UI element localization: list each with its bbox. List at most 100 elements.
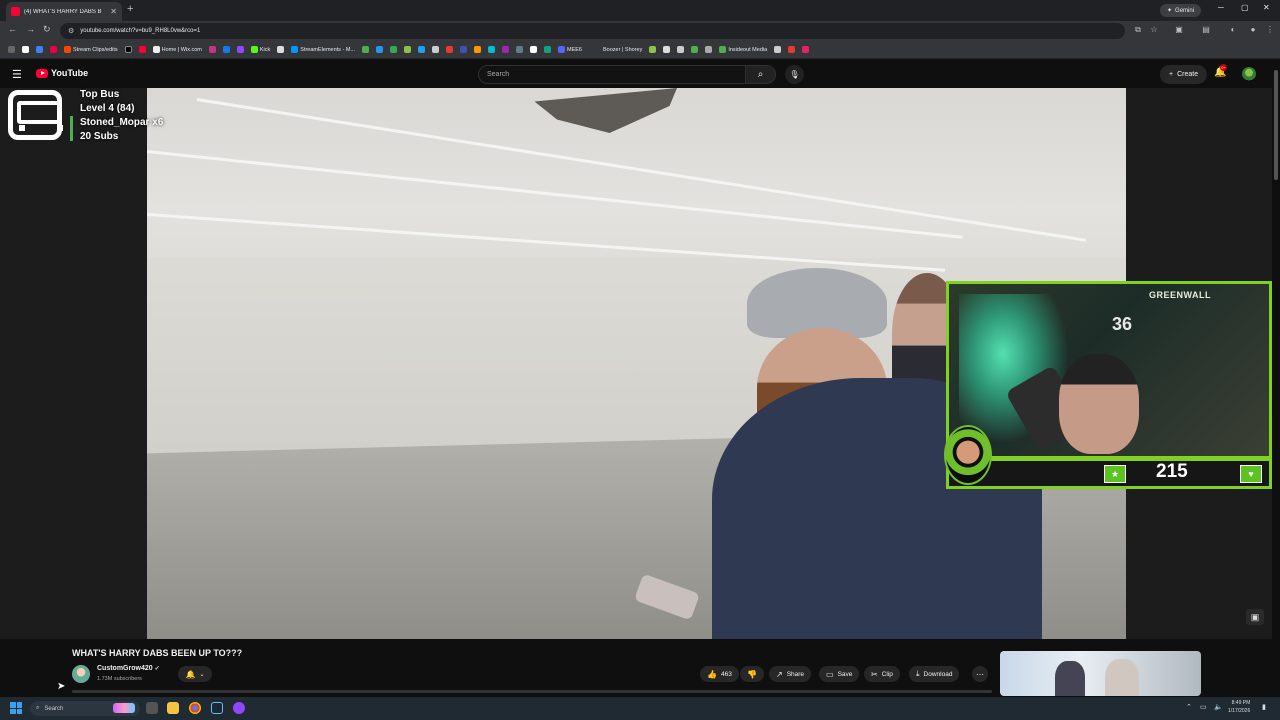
bookmark-item[interactable]: MEE6: [556, 43, 584, 57]
profile-icon[interactable]: ◐: [1228, 25, 1238, 35]
bookmark-item[interactable]: [486, 43, 497, 57]
x-icon[interactable]: [123, 43, 134, 57]
bookmark-item[interactable]: Home | Wix.com: [151, 43, 204, 57]
youtube-logo[interactable]: YouTube: [36, 68, 88, 78]
download-button[interactable]: ⤓ Download: [909, 666, 960, 682]
channel-watermark-icon[interactable]: ▣: [1246, 609, 1264, 625]
youtube-header: ☰ YouTube Search ⌕ 🎙 + Create 🔔 9+: [0, 60, 1280, 88]
bookmark-item[interactable]: [703, 43, 714, 57]
bookmark-item[interactable]: [360, 43, 371, 57]
scrollbar-thumb[interactable]: [1274, 70, 1278, 180]
bookmark-item[interactable]: [374, 43, 385, 57]
bookmark-item[interactable]: [430, 43, 441, 57]
taskbar-widget-icon[interactable]: [113, 703, 135, 713]
maximize-icon[interactable]: ▢: [1241, 3, 1249, 12]
bookmark-item[interactable]: [275, 43, 286, 57]
bookmark-item[interactable]: [689, 43, 700, 57]
more-dots-icon: ⋯: [976, 669, 984, 679]
search-button[interactable]: ⌕: [745, 65, 776, 84]
bookmark-item[interactable]: [542, 43, 553, 57]
voice-search-button[interactable]: 🎙: [785, 65, 804, 84]
sidepanel-icon[interactable]: ▤: [1201, 25, 1211, 35]
hamburger-menu-icon[interactable]: ☰: [12, 68, 22, 81]
bookmark-item[interactable]: Stream Clips/edits: [62, 43, 120, 57]
new-tab-button[interactable]: +: [127, 3, 133, 15]
notification-icon[interactable]: ▮: [1262, 703, 1266, 711]
create-button[interactable]: + Create: [1160, 65, 1208, 84]
save-button[interactable]: ▭ Save: [819, 666, 860, 682]
file-explorer-icon[interactable]: [167, 702, 179, 714]
network-icon[interactable]: ▭: [1200, 703, 1207, 711]
menu-dots-icon[interactable]: ⋮: [1265, 25, 1275, 35]
page-scrollbar[interactable]: [1272, 60, 1280, 697]
bookmark-item[interactable]: [458, 43, 469, 57]
bookmark-item[interactable]: [388, 43, 399, 57]
site-info-icon[interactable]: ⚙: [68, 27, 74, 35]
bookmark-item[interactable]: Boozer | Shorey: [601, 43, 644, 57]
more-actions-button[interactable]: ⋯: [972, 666, 988, 682]
bookmark-item[interactable]: [675, 43, 686, 57]
bookmark-item[interactable]: Kick: [249, 43, 272, 57]
steam-icon[interactable]: [211, 702, 223, 714]
bookmark-item[interactable]: [416, 43, 427, 57]
share-button[interactable]: ↗ Share: [769, 666, 812, 682]
task-view-icon[interactable]: [146, 702, 158, 714]
bookmark-item[interactable]: [661, 43, 672, 57]
close-window-icon[interactable]: ✕: [1263, 3, 1270, 12]
bookmark-item[interactable]: [48, 43, 59, 57]
bookmark-item[interactable]: [444, 43, 455, 57]
bookmark-item[interactable]: StreamElements - M...: [289, 43, 357, 57]
minimize-icon[interactable]: ─: [1218, 3, 1224, 12]
search-input[interactable]: Search: [478, 65, 746, 84]
bookmark-item[interactable]: [207, 43, 218, 57]
bookmark-star-icon[interactable]: ☆: [1149, 25, 1159, 35]
gemini-button[interactable]: ✦ Gemini: [1160, 4, 1202, 17]
bookmark-item[interactable]: [500, 43, 511, 57]
channel-name[interactable]: CustomGrow420 ✔: [97, 665, 160, 672]
bookmark-item[interactable]: [472, 43, 483, 57]
bookmark-item[interactable]: [402, 43, 413, 57]
share-icon: ↗: [776, 669, 783, 679]
close-tab-icon[interactable]: ✕: [110, 7, 117, 16]
channel-avatar[interactable]: [72, 665, 90, 683]
address-bar[interactable]: ⚙ youtube.com/watch?v=bu9_RH8L0vw&rco=1: [60, 23, 1125, 39]
system-clock[interactable]: 8:49 PM 1/17/2026: [1228, 699, 1250, 715]
apps-icon[interactable]: [6, 43, 17, 57]
gemini-label: Gemini: [1175, 7, 1195, 14]
reload-icon[interactable]: ↻: [43, 24, 51, 35]
windows-start-icon[interactable]: [10, 702, 22, 714]
bookmark-item[interactable]: [34, 43, 45, 57]
volume-icon[interactable]: 🔈: [1214, 703, 1223, 711]
account-avatar[interactable]: [1242, 67, 1256, 81]
clip-button[interactable]: ✂ Clip: [864, 666, 900, 682]
recommended-video-thumbnail[interactable]: [1000, 651, 1201, 696]
account-avatar-icon[interactable]: ●: [1248, 25, 1258, 35]
bookmark-item[interactable]: [514, 43, 525, 57]
extensions-icon[interactable]: ▣: [1174, 25, 1184, 35]
bookmark-item[interactable]: [528, 43, 539, 57]
bookmark-item[interactable]: Insideout Media: [717, 43, 769, 57]
bookmark-item[interactable]: [772, 43, 783, 57]
browser-tab[interactable]: (4) WHAT'S HARRY DABS B ✕: [6, 2, 122, 21]
bookmark-item[interactable]: [786, 43, 797, 57]
bookmarks-bar: Stream Clips/edits Home | Wix.com Kick S…: [0, 41, 1280, 59]
notifications-bell-icon[interactable]: 🔔 9+: [1214, 64, 1227, 78]
tray-chevron-icon[interactable]: ⌃: [1186, 703, 1192, 711]
dislike-button[interactable]: 👎: [740, 666, 764, 682]
bookmark-item[interactable]: [221, 43, 232, 57]
bookmark-item[interactable]: [137, 43, 148, 57]
search-icon: ⌕: [757, 69, 764, 80]
chrome-icon[interactable]: [189, 702, 201, 714]
save-label: Save: [837, 670, 853, 678]
jersey-number: 36: [1112, 314, 1133, 334]
subscription-bell-button[interactable]: 🔔 ⌄: [178, 666, 212, 682]
app-icon[interactable]: [233, 702, 245, 714]
like-button[interactable]: 👍 463: [700, 666, 739, 682]
bookmark-item[interactable]: [800, 43, 811, 57]
bookmark-item[interactable]: [647, 43, 658, 57]
bookmark-item[interactable]: [20, 43, 31, 57]
forward-icon[interactable]: →: [26, 24, 35, 34]
bookmark-item[interactable]: [235, 43, 246, 57]
install-icon[interactable]: ⧉: [1133, 25, 1143, 35]
back-icon[interactable]: ←: [8, 24, 17, 34]
